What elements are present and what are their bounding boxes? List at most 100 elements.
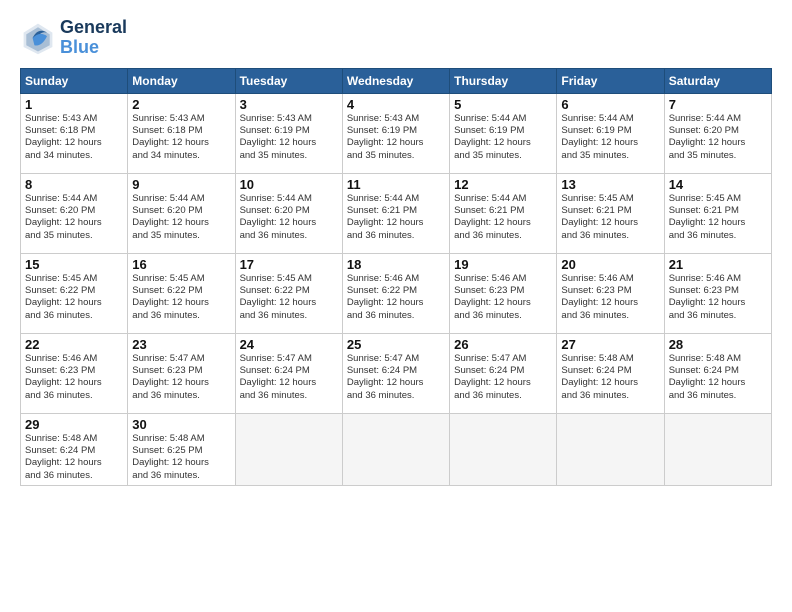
- calendar-cell: 25Sunrise: 5:47 AM Sunset: 6:24 PM Dayli…: [342, 333, 449, 413]
- calendar-cell: 2Sunrise: 5:43 AM Sunset: 6:18 PM Daylig…: [128, 93, 235, 173]
- calendar-cell: 10Sunrise: 5:44 AM Sunset: 6:20 PM Dayli…: [235, 173, 342, 253]
- day-info: Sunrise: 5:47 AM Sunset: 6:24 PM Dayligh…: [347, 353, 445, 402]
- day-info: Sunrise: 5:44 AM Sunset: 6:21 PM Dayligh…: [347, 193, 445, 242]
- day-number: 20: [561, 257, 659, 272]
- day-number: 24: [240, 337, 338, 352]
- day-info: Sunrise: 5:44 AM Sunset: 6:20 PM Dayligh…: [669, 113, 767, 162]
- day-number: 5: [454, 97, 552, 112]
- header-saturday: Saturday: [664, 68, 771, 93]
- day-number: 29: [25, 417, 123, 432]
- calendar-cell: 7Sunrise: 5:44 AM Sunset: 6:20 PM Daylig…: [664, 93, 771, 173]
- day-number: 23: [132, 337, 230, 352]
- day-number: 7: [669, 97, 767, 112]
- calendar-cell: 22Sunrise: 5:46 AM Sunset: 6:23 PM Dayli…: [21, 333, 128, 413]
- calendar-cell: 9Sunrise: 5:44 AM Sunset: 6:20 PM Daylig…: [128, 173, 235, 253]
- calendar-cell: 16Sunrise: 5:45 AM Sunset: 6:22 PM Dayli…: [128, 253, 235, 333]
- day-number: 3: [240, 97, 338, 112]
- calendar-cell: 18Sunrise: 5:46 AM Sunset: 6:22 PM Dayli…: [342, 253, 449, 333]
- logo-line2: Blue: [60, 37, 99, 57]
- calendar-cell: 29Sunrise: 5:48 AM Sunset: 6:24 PM Dayli…: [21, 413, 128, 485]
- day-number: 12: [454, 177, 552, 192]
- calendar-cell: 6Sunrise: 5:44 AM Sunset: 6:19 PM Daylig…: [557, 93, 664, 173]
- day-info: Sunrise: 5:48 AM Sunset: 6:24 PM Dayligh…: [669, 353, 767, 402]
- header: General Blue: [20, 18, 772, 58]
- day-number: 1: [25, 97, 123, 112]
- calendar-cell: [235, 413, 342, 485]
- day-number: 30: [132, 417, 230, 432]
- calendar-row: 1Sunrise: 5:43 AM Sunset: 6:18 PM Daylig…: [21, 93, 772, 173]
- header-wednesday: Wednesday: [342, 68, 449, 93]
- day-info: Sunrise: 5:48 AM Sunset: 6:24 PM Dayligh…: [561, 353, 659, 402]
- day-info: Sunrise: 5:46 AM Sunset: 6:23 PM Dayligh…: [561, 273, 659, 322]
- calendar-cell: 21Sunrise: 5:46 AM Sunset: 6:23 PM Dayli…: [664, 253, 771, 333]
- calendar-cell: 17Sunrise: 5:45 AM Sunset: 6:22 PM Dayli…: [235, 253, 342, 333]
- day-info: Sunrise: 5:46 AM Sunset: 6:23 PM Dayligh…: [669, 273, 767, 322]
- day-info: Sunrise: 5:45 AM Sunset: 6:22 PM Dayligh…: [132, 273, 230, 322]
- logo-text: General Blue: [60, 18, 127, 58]
- day-number: 8: [25, 177, 123, 192]
- day-info: Sunrise: 5:46 AM Sunset: 6:22 PM Dayligh…: [347, 273, 445, 322]
- calendar-cell: 15Sunrise: 5:45 AM Sunset: 6:22 PM Dayli…: [21, 253, 128, 333]
- day-number: 15: [25, 257, 123, 272]
- day-number: 16: [132, 257, 230, 272]
- day-info: Sunrise: 5:45 AM Sunset: 6:21 PM Dayligh…: [561, 193, 659, 242]
- calendar-cell: 1Sunrise: 5:43 AM Sunset: 6:18 PM Daylig…: [21, 93, 128, 173]
- day-number: 13: [561, 177, 659, 192]
- day-number: 21: [669, 257, 767, 272]
- calendar-row: 29Sunrise: 5:48 AM Sunset: 6:24 PM Dayli…: [21, 413, 772, 485]
- day-info: Sunrise: 5:44 AM Sunset: 6:21 PM Dayligh…: [454, 193, 552, 242]
- day-number: 11: [347, 177, 445, 192]
- calendar: Sunday Monday Tuesday Wednesday Thursday…: [20, 68, 772, 486]
- day-info: Sunrise: 5:43 AM Sunset: 6:18 PM Dayligh…: [132, 113, 230, 162]
- calendar-cell: 28Sunrise: 5:48 AM Sunset: 6:24 PM Dayli…: [664, 333, 771, 413]
- calendar-cell: 3Sunrise: 5:43 AM Sunset: 6:19 PM Daylig…: [235, 93, 342, 173]
- header-friday: Friday: [557, 68, 664, 93]
- calendar-cell: 14Sunrise: 5:45 AM Sunset: 6:21 PM Dayli…: [664, 173, 771, 253]
- calendar-cell: 4Sunrise: 5:43 AM Sunset: 6:19 PM Daylig…: [342, 93, 449, 173]
- calendar-row: 22Sunrise: 5:46 AM Sunset: 6:23 PM Dayli…: [21, 333, 772, 413]
- weekday-header-row: Sunday Monday Tuesday Wednesday Thursday…: [21, 68, 772, 93]
- day-number: 28: [669, 337, 767, 352]
- calendar-cell: 27Sunrise: 5:48 AM Sunset: 6:24 PM Dayli…: [557, 333, 664, 413]
- day-number: 26: [454, 337, 552, 352]
- page: General Blue Sunday Monday Tuesday Wedne…: [0, 0, 792, 612]
- day-info: Sunrise: 5:43 AM Sunset: 6:19 PM Dayligh…: [347, 113, 445, 162]
- day-info: Sunrise: 5:47 AM Sunset: 6:24 PM Dayligh…: [454, 353, 552, 402]
- day-info: Sunrise: 5:43 AM Sunset: 6:18 PM Dayligh…: [25, 113, 123, 162]
- logo-line1: General: [60, 18, 127, 38]
- calendar-cell: 30Sunrise: 5:48 AM Sunset: 6:25 PM Dayli…: [128, 413, 235, 485]
- calendar-cell: 19Sunrise: 5:46 AM Sunset: 6:23 PM Dayli…: [450, 253, 557, 333]
- day-info: Sunrise: 5:47 AM Sunset: 6:23 PM Dayligh…: [132, 353, 230, 402]
- calendar-cell: [664, 413, 771, 485]
- header-thursday: Thursday: [450, 68, 557, 93]
- day-info: Sunrise: 5:46 AM Sunset: 6:23 PM Dayligh…: [454, 273, 552, 322]
- day-number: 17: [240, 257, 338, 272]
- day-info: Sunrise: 5:46 AM Sunset: 6:23 PM Dayligh…: [25, 353, 123, 402]
- day-info: Sunrise: 5:45 AM Sunset: 6:22 PM Dayligh…: [25, 273, 123, 322]
- calendar-cell: 20Sunrise: 5:46 AM Sunset: 6:23 PM Dayli…: [557, 253, 664, 333]
- day-info: Sunrise: 5:44 AM Sunset: 6:19 PM Dayligh…: [561, 113, 659, 162]
- calendar-cell: [450, 413, 557, 485]
- day-info: Sunrise: 5:44 AM Sunset: 6:20 PM Dayligh…: [25, 193, 123, 242]
- header-monday: Monday: [128, 68, 235, 93]
- day-info: Sunrise: 5:47 AM Sunset: 6:24 PM Dayligh…: [240, 353, 338, 402]
- logo-icon: [20, 20, 56, 56]
- day-info: Sunrise: 5:45 AM Sunset: 6:22 PM Dayligh…: [240, 273, 338, 322]
- day-number: 22: [25, 337, 123, 352]
- calendar-cell: 12Sunrise: 5:44 AM Sunset: 6:21 PM Dayli…: [450, 173, 557, 253]
- day-info: Sunrise: 5:48 AM Sunset: 6:24 PM Dayligh…: [25, 433, 123, 482]
- calendar-cell: [342, 413, 449, 485]
- day-number: 18: [347, 257, 445, 272]
- calendar-cell: 23Sunrise: 5:47 AM Sunset: 6:23 PM Dayli…: [128, 333, 235, 413]
- day-number: 2: [132, 97, 230, 112]
- calendar-row: 8Sunrise: 5:44 AM Sunset: 6:20 PM Daylig…: [21, 173, 772, 253]
- day-info: Sunrise: 5:44 AM Sunset: 6:20 PM Dayligh…: [240, 193, 338, 242]
- calendar-cell: [557, 413, 664, 485]
- header-sunday: Sunday: [21, 68, 128, 93]
- calendar-cell: 13Sunrise: 5:45 AM Sunset: 6:21 PM Dayli…: [557, 173, 664, 253]
- day-info: Sunrise: 5:44 AM Sunset: 6:19 PM Dayligh…: [454, 113, 552, 162]
- day-number: 27: [561, 337, 659, 352]
- day-info: Sunrise: 5:45 AM Sunset: 6:21 PM Dayligh…: [669, 193, 767, 242]
- calendar-cell: 11Sunrise: 5:44 AM Sunset: 6:21 PM Dayli…: [342, 173, 449, 253]
- calendar-cell: 5Sunrise: 5:44 AM Sunset: 6:19 PM Daylig…: [450, 93, 557, 173]
